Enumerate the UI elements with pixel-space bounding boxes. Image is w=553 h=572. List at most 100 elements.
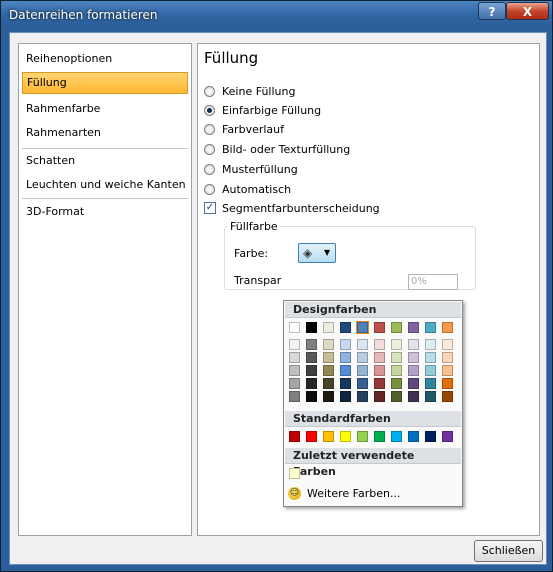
theme-shade-swatch[interactable] [340, 391, 351, 402]
theme-color-swatch[interactable] [425, 322, 436, 333]
theme-shade-swatch[interactable] [289, 339, 300, 350]
theme-color-swatch[interactable] [306, 322, 317, 333]
standard-color-swatch[interactable] [306, 431, 317, 442]
nav-item-leuchten[interactable]: Leuchten und weiche Kanten [22, 174, 188, 196]
theme-shade-swatch[interactable] [408, 378, 419, 389]
standard-color-swatch[interactable] [357, 431, 368, 442]
standard-color-swatch[interactable] [391, 431, 402, 442]
theme-shade-swatch[interactable] [391, 365, 402, 376]
theme-color-swatch[interactable] [340, 322, 351, 333]
theme-shade-swatch[interactable] [391, 339, 402, 350]
theme-shade-swatch[interactable] [306, 352, 317, 363]
theme-shade-swatch[interactable] [357, 378, 368, 389]
theme-shade-swatch[interactable] [442, 391, 453, 402]
theme-color-swatch[interactable] [442, 322, 453, 333]
theme-shade-swatch[interactable] [442, 378, 453, 389]
theme-shade-swatch[interactable] [442, 365, 453, 376]
close-dialog-button[interactable]: Schließen [474, 540, 543, 562]
standard-color-swatch[interactable] [323, 431, 334, 442]
theme-color-swatch[interactable] [356, 321, 369, 334]
theme-shade-swatch[interactable] [306, 391, 317, 402]
radio-einfarbige-fuellung[interactable]: Einfarbige Füllung [204, 101, 321, 119]
theme-shade-swatch[interactable] [340, 365, 351, 376]
theme-shade-swatch[interactable] [442, 352, 453, 363]
theme-shade-swatch[interactable] [442, 339, 453, 350]
checkbox-segmentfarbunterscheidung[interactable]: ✓ Segmentfarbunterscheidung [204, 199, 380, 217]
theme-color-swatch[interactable] [408, 322, 419, 333]
standard-color-swatch[interactable] [408, 431, 419, 442]
theme-shade-swatch[interactable] [374, 352, 385, 363]
standard-color-swatch[interactable] [442, 431, 453, 442]
theme-shade-swatch[interactable] [340, 352, 351, 363]
radio-icon[interactable] [204, 183, 215, 195]
theme-shade-swatch[interactable] [323, 391, 334, 402]
theme-shade-swatch[interactable] [391, 352, 402, 363]
theme-shade-swatch[interactable] [425, 378, 436, 389]
theme-shade-swatch[interactable] [340, 339, 351, 350]
theme-shade-swatch[interactable] [391, 378, 402, 389]
theme-shade-swatch[interactable] [408, 339, 419, 350]
theme-shade-swatch[interactable] [306, 365, 317, 376]
more-colors-item[interactable]: ☺ Weitere Farben... [288, 487, 400, 500]
checkbox-checked-icon[interactable]: ✓ [204, 202, 216, 214]
theme-shade-swatch[interactable] [408, 365, 419, 376]
window-close-button[interactable]: X [506, 2, 549, 20]
theme-shade-swatch[interactable] [374, 365, 385, 376]
theme-shade-swatch[interactable] [306, 378, 317, 389]
standard-color-swatch[interactable] [340, 431, 351, 442]
theme-shade-swatch[interactable] [289, 365, 300, 376]
radio-bild-texturfuellung[interactable]: Bild- oder Texturfüllung [204, 140, 350, 158]
theme-shade-swatch[interactable] [425, 339, 436, 350]
theme-shade-swatch[interactable] [425, 391, 436, 402]
theme-shade-swatch[interactable] [391, 391, 402, 402]
theme-shade-swatch[interactable] [425, 352, 436, 363]
standard-color-swatch[interactable] [374, 431, 385, 442]
theme-shade-swatch[interactable] [323, 352, 334, 363]
theme-color-swatch[interactable] [374, 322, 385, 333]
theme-color-swatch[interactable] [323, 322, 334, 333]
theme-shade-swatch[interactable] [306, 339, 317, 350]
theme-shade-swatch[interactable] [425, 365, 436, 376]
theme-color-swatch[interactable] [391, 322, 402, 333]
theme-shade-swatch[interactable] [289, 378, 300, 389]
theme-shade-swatch[interactable] [357, 339, 368, 350]
radio-farbverlauf[interactable]: Farbverlauf [204, 120, 284, 138]
radio-selected-icon[interactable] [204, 104, 215, 116]
theme-shade-swatch[interactable] [357, 365, 368, 376]
theme-shade-swatch[interactable] [374, 391, 385, 402]
radio-icon[interactable] [204, 163, 215, 175]
radio-musterfuellung[interactable]: Musterfüllung [204, 160, 298, 178]
theme-shade-swatch[interactable] [374, 378, 385, 389]
nav-item-fuellung[interactable]: Füllung [22, 72, 188, 94]
theme-shade-swatch[interactable] [357, 391, 368, 402]
transparency-input[interactable]: 0% [408, 274, 458, 290]
theme-shade-swatch[interactable] [408, 352, 419, 363]
color-palette-icon: ☺ [288, 487, 301, 500]
nav-item-reihenoptionen[interactable]: Reihenoptionen [22, 48, 188, 70]
radio-automatisch[interactable]: Automatisch [204, 180, 291, 198]
nav-item-schatten[interactable]: Schatten [22, 150, 188, 172]
theme-shade-swatch[interactable] [357, 352, 368, 363]
theme-shade-swatch[interactable] [408, 391, 419, 402]
fill-color-button[interactable]: ◈ ▼ [298, 243, 336, 263]
title-bar[interactable]: Datenreihen formatieren ? X [1, 1, 552, 29]
theme-shade-swatch[interactable] [323, 365, 334, 376]
recent-color-swatch[interactable] [289, 468, 300, 479]
theme-shade-swatch[interactable] [340, 378, 351, 389]
theme-shade-swatch[interactable] [374, 339, 385, 350]
nav-item-rahmenfarbe[interactable]: Rahmenfarbe [22, 98, 188, 120]
radio-keine-fuellung[interactable]: Keine Füllung [204, 82, 295, 100]
theme-shade-swatch[interactable] [289, 352, 300, 363]
standard-color-swatch[interactable] [425, 431, 436, 442]
help-button[interactable]: ? [478, 2, 506, 20]
theme-color-swatch[interactable] [289, 322, 300, 333]
radio-icon[interactable] [204, 143, 215, 155]
radio-icon[interactable] [204, 85, 215, 97]
standard-color-swatch[interactable] [289, 431, 300, 442]
nav-item-rahmenarten[interactable]: Rahmenarten [22, 122, 188, 144]
nav-item-3d-format[interactable]: 3D-Format [22, 201, 188, 223]
theme-shade-swatch[interactable] [323, 378, 334, 389]
theme-shade-swatch[interactable] [289, 391, 300, 402]
radio-icon[interactable] [204, 123, 215, 135]
theme-shade-swatch[interactable] [323, 339, 334, 350]
